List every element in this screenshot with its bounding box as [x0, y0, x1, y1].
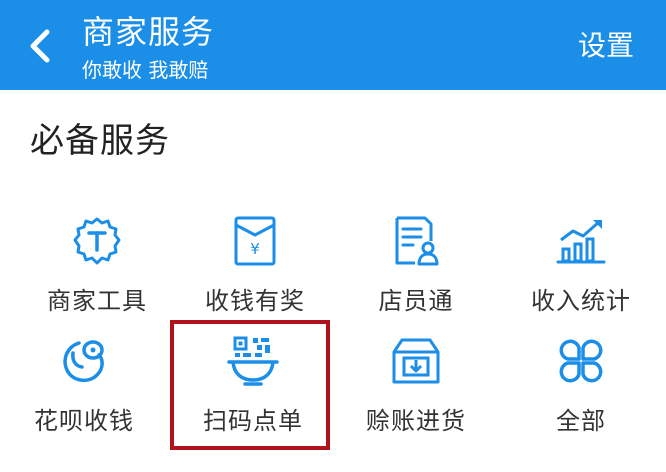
chevron-left-icon: [30, 29, 50, 63]
service-label: 店员通: [378, 287, 454, 315]
service-income-stats[interactable]: 收入统计: [498, 210, 664, 328]
service-label: 赊账进货: [366, 407, 466, 435]
service-merchant-tools[interactable]: 商家工具: [14, 210, 180, 328]
service-label: 全部: [556, 407, 606, 435]
service-huabei-collect[interactable]: 花呗收钱: [0, 330, 154, 448]
clerk-document-icon: [385, 210, 447, 272]
four-leaf-grid-icon: [550, 330, 612, 392]
svg-text:¥: ¥: [250, 240, 260, 258]
service-label: 扫码点单: [203, 407, 303, 435]
service-label: 花呗收钱: [34, 407, 134, 435]
inbox-download-icon: [385, 330, 447, 392]
service-label: 收入统计: [531, 287, 631, 315]
page-subtitle: 你敢收 我敢赔: [82, 58, 209, 82]
settings-button[interactable]: 设置: [578, 26, 634, 66]
service-credit-purchase[interactable]: 赊账进货: [333, 330, 499, 448]
service-scan-order[interactable]: 扫码点单: [170, 330, 336, 448]
section-title: 必备服务: [30, 121, 170, 161]
merchant-tools-icon: [66, 210, 128, 272]
service-label: 收钱有奖: [205, 287, 305, 315]
bar-chart-icon: [550, 210, 612, 272]
red-envelope-icon: ¥: [224, 210, 286, 272]
back-button[interactable]: [18, 24, 62, 68]
top-bar: 商家服务 你敢收 我敢赔 设置: [0, 0, 666, 90]
service-all[interactable]: 全部: [498, 330, 664, 448]
huabei-icon: [53, 330, 115, 392]
service-clerk[interactable]: 店员通: [333, 210, 499, 328]
service-cash-reward[interactable]: ¥ 收钱有奖: [172, 210, 338, 328]
service-label: 商家工具: [47, 287, 147, 315]
qr-bowl-icon: [222, 330, 284, 392]
page-title: 商家服务: [82, 13, 215, 51]
